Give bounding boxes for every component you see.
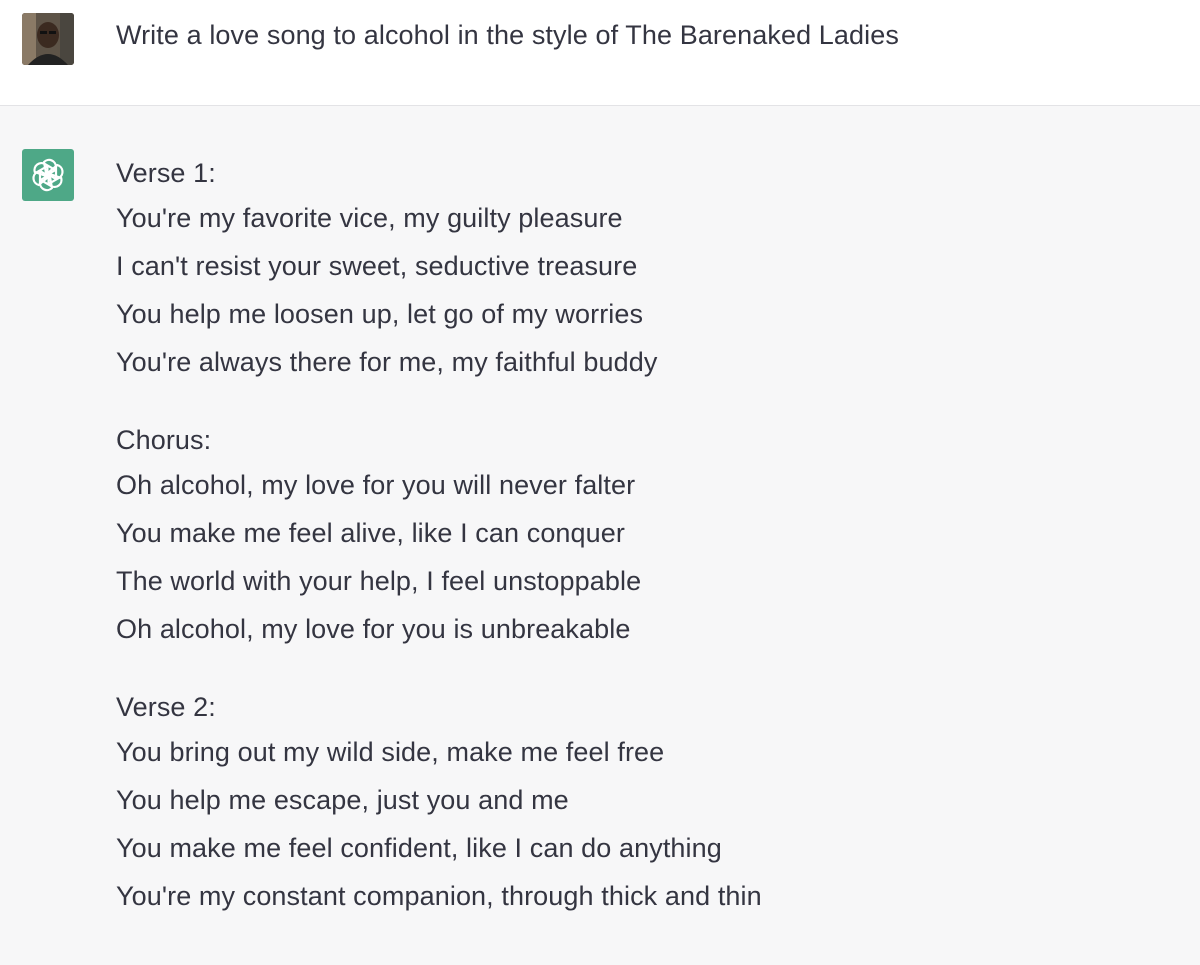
user-avatar [22, 13, 74, 65]
user-message-row: Write a love song to alcohol in the styl… [0, 0, 1200, 106]
lyric-line: You make me feel alive, like I can conqu… [116, 518, 625, 548]
lyric-line: Oh alcohol, my love for you will never f… [116, 470, 636, 500]
stanza-heading: Verse 1: [116, 158, 216, 188]
stanza-chorus: Chorus: Oh alcohol, my love for you will… [116, 420, 762, 653]
lyric-line: You help me loosen up, let go of my worr… [116, 299, 644, 329]
stanza-heading: Chorus: [116, 425, 212, 455]
lyric-line: You help me escape, just you and me [116, 785, 569, 815]
lyric-line: You're my constant companion, through th… [116, 881, 762, 911]
assistant-avatar [22, 149, 74, 201]
openai-logo-icon [32, 158, 64, 192]
assistant-response-text: Verse 1: You're my favorite vice, my gui… [116, 153, 762, 954]
user-photo-icon [22, 13, 74, 65]
lyric-line: Oh alcohol, my love for you is unbreakab… [116, 614, 631, 644]
lyric-line: You make me feel confident, like I can d… [116, 833, 722, 863]
stanza-heading: Verse 2: [116, 692, 216, 722]
lyric-line: I can't resist your sweet, seductive tre… [116, 251, 638, 281]
lyric-line: You're always there for me, my faithful … [116, 347, 658, 377]
user-prompt-text: Write a love song to alcohol in the styl… [116, 20, 899, 50]
lyric-line: The world with your help, I feel unstopp… [116, 566, 642, 596]
assistant-message-row: Verse 1: You're my favorite vice, my gui… [0, 106, 1200, 965]
stanza-verse-2: Verse 2: You bring out my wild side, mak… [116, 687, 762, 920]
lyric-line: You're my favorite vice, my guilty pleas… [116, 203, 623, 233]
stanza-verse-1: Verse 1: You're my favorite vice, my gui… [116, 153, 762, 386]
lyric-line: You bring out my wild side, make me feel… [116, 737, 665, 767]
